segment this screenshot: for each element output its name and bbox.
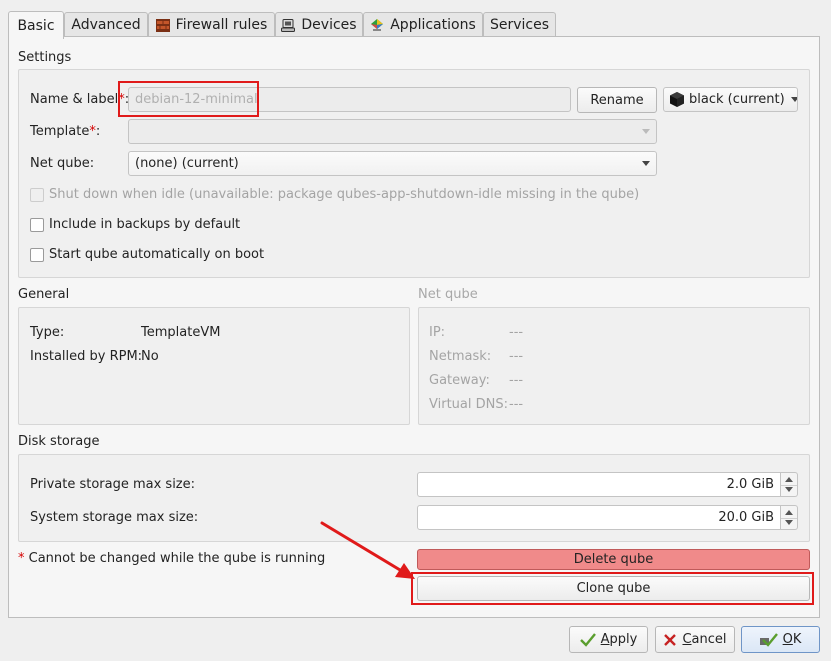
shutdown-idle-checkbox[interactable]	[30, 188, 44, 202]
tab-advanced-label: Advanced	[71, 17, 141, 33]
ok-check-icon	[759, 632, 778, 647]
tab-services[interactable]: Services	[483, 12, 556, 37]
arrow-down-icon[interactable]	[785, 520, 793, 525]
netqube-select-value: (none) (current)	[135, 156, 239, 171]
start-on-boot-label: Start qube automatically on boot	[49, 247, 265, 262]
tab-basic-label: Basic	[17, 17, 55, 34]
shutdown-idle-label: Shut down when idle (unavailable: packag…	[49, 187, 640, 202]
tab-firewall-rules[interactable]: Firewall rules	[148, 12, 275, 37]
type-label: Type:	[30, 325, 65, 340]
include-backups-checkbox[interactable]	[30, 218, 44, 232]
label-color-content: black (current)	[670, 92, 785, 107]
tab-devices[interactable]: Devices	[275, 12, 363, 37]
private-storage-input[interactable]: 2.0 GiB	[417, 472, 781, 497]
tab-basic[interactable]: Basic	[8, 11, 64, 39]
name-label-caption: Name & label	[30, 92, 119, 107]
ok-mnemonic: O	[782, 632, 793, 647]
check-icon	[579, 632, 596, 647]
chevron-down-icon	[642, 129, 650, 134]
arrow-down-icon[interactable]	[785, 487, 793, 492]
apply-mnemonic: A	[600, 632, 610, 647]
label-color-select[interactable]: black (current)	[663, 87, 798, 112]
arrow-up-icon[interactable]	[785, 477, 793, 482]
system-storage-value: 20.0 GiB	[718, 510, 774, 525]
clone-qube-button[interactable]: Clone qube	[417, 576, 810, 601]
cancel-label: Cancel	[682, 632, 726, 647]
tab-devices-label: Devices	[301, 17, 357, 33]
cancel-mnemonic: C	[682, 632, 692, 647]
chevron-down-icon	[790, 97, 797, 102]
name-label-text: Name & label*:	[30, 92, 129, 107]
gateway-label: Gateway:	[429, 373, 490, 388]
devices-icon	[281, 18, 296, 32]
tab-firewall-label: Firewall rules	[175, 17, 268, 33]
system-storage-spinner[interactable]	[781, 505, 798, 530]
settings-title: Settings	[18, 50, 72, 65]
apply-button[interactable]: Apply	[569, 626, 648, 653]
rpm-value: No	[141, 349, 159, 364]
netqube-label: Net qube:	[30, 156, 95, 171]
system-storage-label: System storage max size:	[30, 510, 199, 525]
note-text: Cannot be changed while the qube is runn…	[28, 551, 326, 566]
apply-label: Apply	[601, 632, 638, 647]
template-label-colon: :	[95, 124, 101, 139]
tab-advanced[interactable]: Advanced	[64, 12, 148, 37]
name-highlight-box	[118, 81, 259, 117]
include-backups-label: Include in backups by default	[49, 217, 241, 232]
netmask-label: Netmask:	[429, 349, 492, 364]
template-label-caption: Template	[30, 124, 90, 139]
type-value: TemplateVM	[141, 325, 221, 340]
disk-title: Disk storage	[18, 434, 100, 449]
applications-icon	[370, 18, 384, 32]
start-on-boot-checkbox[interactable]	[30, 248, 44, 262]
system-storage-input[interactable]: 20.0 GiB	[417, 505, 781, 530]
tab-applications-label: Applications	[390, 17, 476, 33]
private-storage-label: Private storage max size:	[30, 477, 196, 492]
ok-button[interactable]: OK	[741, 626, 820, 653]
arrow-up-icon[interactable]	[785, 510, 793, 515]
label-color-value: black (current)	[689, 92, 785, 107]
rename-button[interactable]: Rename	[577, 87, 657, 113]
cube-icon	[670, 92, 684, 107]
ok-label-rest: K	[792, 632, 802, 647]
netqube-select[interactable]: (none) (current)	[128, 151, 657, 176]
note-asterisk: *	[18, 551, 25, 566]
ok-label: OK	[783, 632, 802, 647]
running-note: * Cannot be changed while the qube is ru…	[18, 551, 325, 566]
cancel-label-rest: ancel	[691, 632, 727, 647]
general-title: General	[18, 287, 70, 302]
rpm-label: Installed by RPM:	[30, 349, 143, 364]
cancel-icon	[663, 633, 677, 647]
cancel-button[interactable]: Cancel	[655, 626, 735, 653]
private-storage-spinner[interactable]	[781, 472, 798, 497]
firewall-icon	[155, 18, 170, 32]
netmask-value: ---	[509, 349, 524, 364]
spinner-divider	[781, 518, 797, 519]
delete-qube-button[interactable]: Delete qube	[417, 549, 810, 570]
tab-applications[interactable]: Applications	[363, 12, 483, 37]
apply-label-rest: pply	[609, 632, 638, 647]
dns-value: ---	[509, 397, 524, 412]
chevron-down-icon	[642, 161, 650, 166]
dns-label: Virtual DNS:	[429, 397, 508, 412]
tab-services-label: Services	[489, 17, 550, 33]
template-select[interactable]	[128, 119, 657, 144]
template-label-text: Template*:	[30, 124, 100, 139]
netqube-info-title: Net qube	[418, 287, 478, 302]
ip-value: ---	[509, 325, 524, 340]
private-storage-value: 2.0 GiB	[726, 477, 774, 492]
annotation-arrow-icon	[320, 521, 415, 579]
ip-label: IP:	[429, 325, 446, 340]
gateway-value: ---	[509, 373, 524, 388]
spinner-divider	[781, 485, 797, 486]
